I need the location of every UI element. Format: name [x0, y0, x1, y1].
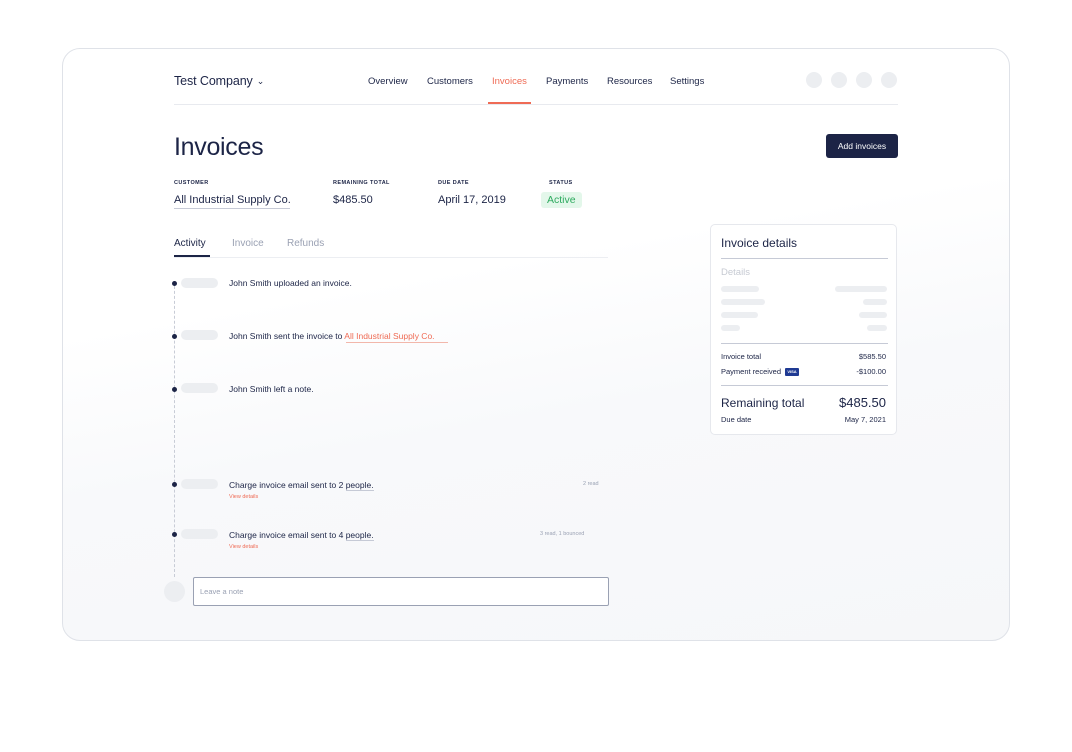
- payment-received-value: -$100.00: [856, 367, 886, 376]
- read-count: 3 read, 1 bounced: [540, 531, 585, 537]
- activity-text: Charge invoice email sent to 2: [229, 480, 346, 490]
- customer-link-underline: [346, 342, 448, 343]
- customer-link[interactable]: All Industrial Supply Co.: [344, 331, 434, 341]
- header-divider: [174, 104, 898, 105]
- panel-divider: [721, 258, 888, 259]
- payment-received-label: Payment received VISA: [721, 367, 800, 377]
- tab-divider: [174, 257, 608, 258]
- panel-title: Invoice details: [721, 236, 798, 250]
- nav-customers[interactable]: Customers: [427, 76, 473, 87]
- skeleton-line: [721, 286, 759, 292]
- invoice-total-value: $585.50: [858, 352, 886, 361]
- header-icon-1[interactable]: [806, 72, 822, 88]
- page-title: Invoices: [174, 133, 264, 161]
- company-name: Test Company: [174, 74, 253, 88]
- remaining-total-value: $485.50: [839, 395, 886, 410]
- details-label: Details: [721, 267, 751, 278]
- timeline-dot: [172, 281, 177, 286]
- activity-item-note: John Smith left a note.: [229, 384, 314, 394]
- customer-underline: [174, 208, 290, 209]
- company-switcher[interactable]: Test Company ⌄: [174, 74, 264, 88]
- add-invoices-button[interactable]: Add invoices: [826, 134, 898, 158]
- nav-resources[interactable]: Resources: [607, 76, 652, 87]
- due-date-value: April 17, 2019: [438, 194, 506, 206]
- read-count: 2 read: [583, 481, 599, 487]
- people-link[interactable]: people.: [345, 530, 374, 541]
- avatar: [164, 581, 185, 602]
- activity-item-email-4: Charge invoice email sent to 4 people.: [229, 530, 374, 541]
- skeleton-line: [867, 325, 887, 331]
- timeline-placeholder: [181, 330, 218, 340]
- nav-payments[interactable]: Payments: [546, 76, 588, 87]
- invoice-total-label: Invoice total: [721, 352, 762, 361]
- customer-value[interactable]: All Industrial Supply Co.: [174, 194, 291, 206]
- timeline-placeholder: [181, 529, 218, 539]
- payment-received-text: Payment received: [721, 367, 782, 376]
- remaining-total-label: Remaining total: [721, 396, 805, 410]
- nav-invoices[interactable]: Invoices: [492, 76, 527, 87]
- skeleton-line: [721, 312, 758, 318]
- status-label: STATUS: [549, 180, 573, 186]
- activity-item-email-2: Charge invoice email sent to 2 people.: [229, 480, 374, 491]
- remaining-total-label: REMAINING TOTAL: [333, 180, 390, 186]
- timeline-dot: [172, 532, 177, 537]
- skeleton-line: [721, 325, 740, 331]
- header-icon-4[interactable]: [881, 72, 897, 88]
- tab-invoice[interactable]: Invoice: [232, 238, 264, 249]
- panel-divider: [721, 343, 888, 344]
- timeline-placeholder: [181, 383, 218, 393]
- timeline-dot: [172, 482, 177, 487]
- panel-divider: [721, 385, 888, 386]
- nav-settings[interactable]: Settings: [670, 76, 704, 87]
- remaining-total-value: $485.50: [333, 194, 373, 206]
- due-date-label: DUE DATE: [438, 180, 469, 186]
- status-badge: Active: [541, 192, 582, 208]
- skeleton-line: [835, 286, 887, 292]
- skeleton-line: [721, 299, 765, 305]
- people-link[interactable]: people.: [345, 480, 374, 491]
- skeleton-line: [863, 299, 887, 305]
- activity-item-sent: John Smith sent the invoice to All Indus…: [229, 331, 435, 341]
- nav-overview[interactable]: Overview: [368, 76, 408, 87]
- customer-label: CUSTOMER: [174, 180, 209, 186]
- visa-card-icon: VISA: [785, 368, 800, 377]
- activity-text: John Smith sent the invoice to: [229, 331, 345, 341]
- skeleton-line: [859, 312, 887, 318]
- timeline-placeholder: [181, 479, 218, 489]
- due-date-label: Due date: [721, 415, 752, 424]
- activity-text: Charge invoice email sent to 4: [229, 530, 346, 540]
- header-icon-3[interactable]: [856, 72, 872, 88]
- due-date-value: May 7, 2021: [844, 415, 886, 424]
- tab-activity[interactable]: Activity: [174, 238, 206, 249]
- leave-note-input[interactable]: [193, 577, 609, 606]
- tab-refunds[interactable]: Refunds: [287, 238, 324, 249]
- view-details-link[interactable]: View details: [229, 494, 258, 500]
- timeline-placeholder: [181, 278, 218, 288]
- activity-item-uploaded: John Smith uploaded an invoice.: [229, 278, 352, 288]
- app-window: Test Company ⌄ Overview Customers Invoice…: [62, 48, 1010, 641]
- timeline-dot: [172, 387, 177, 392]
- invoice-details-panel: Invoice details Details Invoice total $5…: [710, 224, 897, 435]
- view-details-link[interactable]: View details: [229, 544, 258, 550]
- chevron-down-icon: ⌄: [256, 76, 265, 86]
- header-icon-2[interactable]: [831, 72, 847, 88]
- timeline-dot: [172, 334, 177, 339]
